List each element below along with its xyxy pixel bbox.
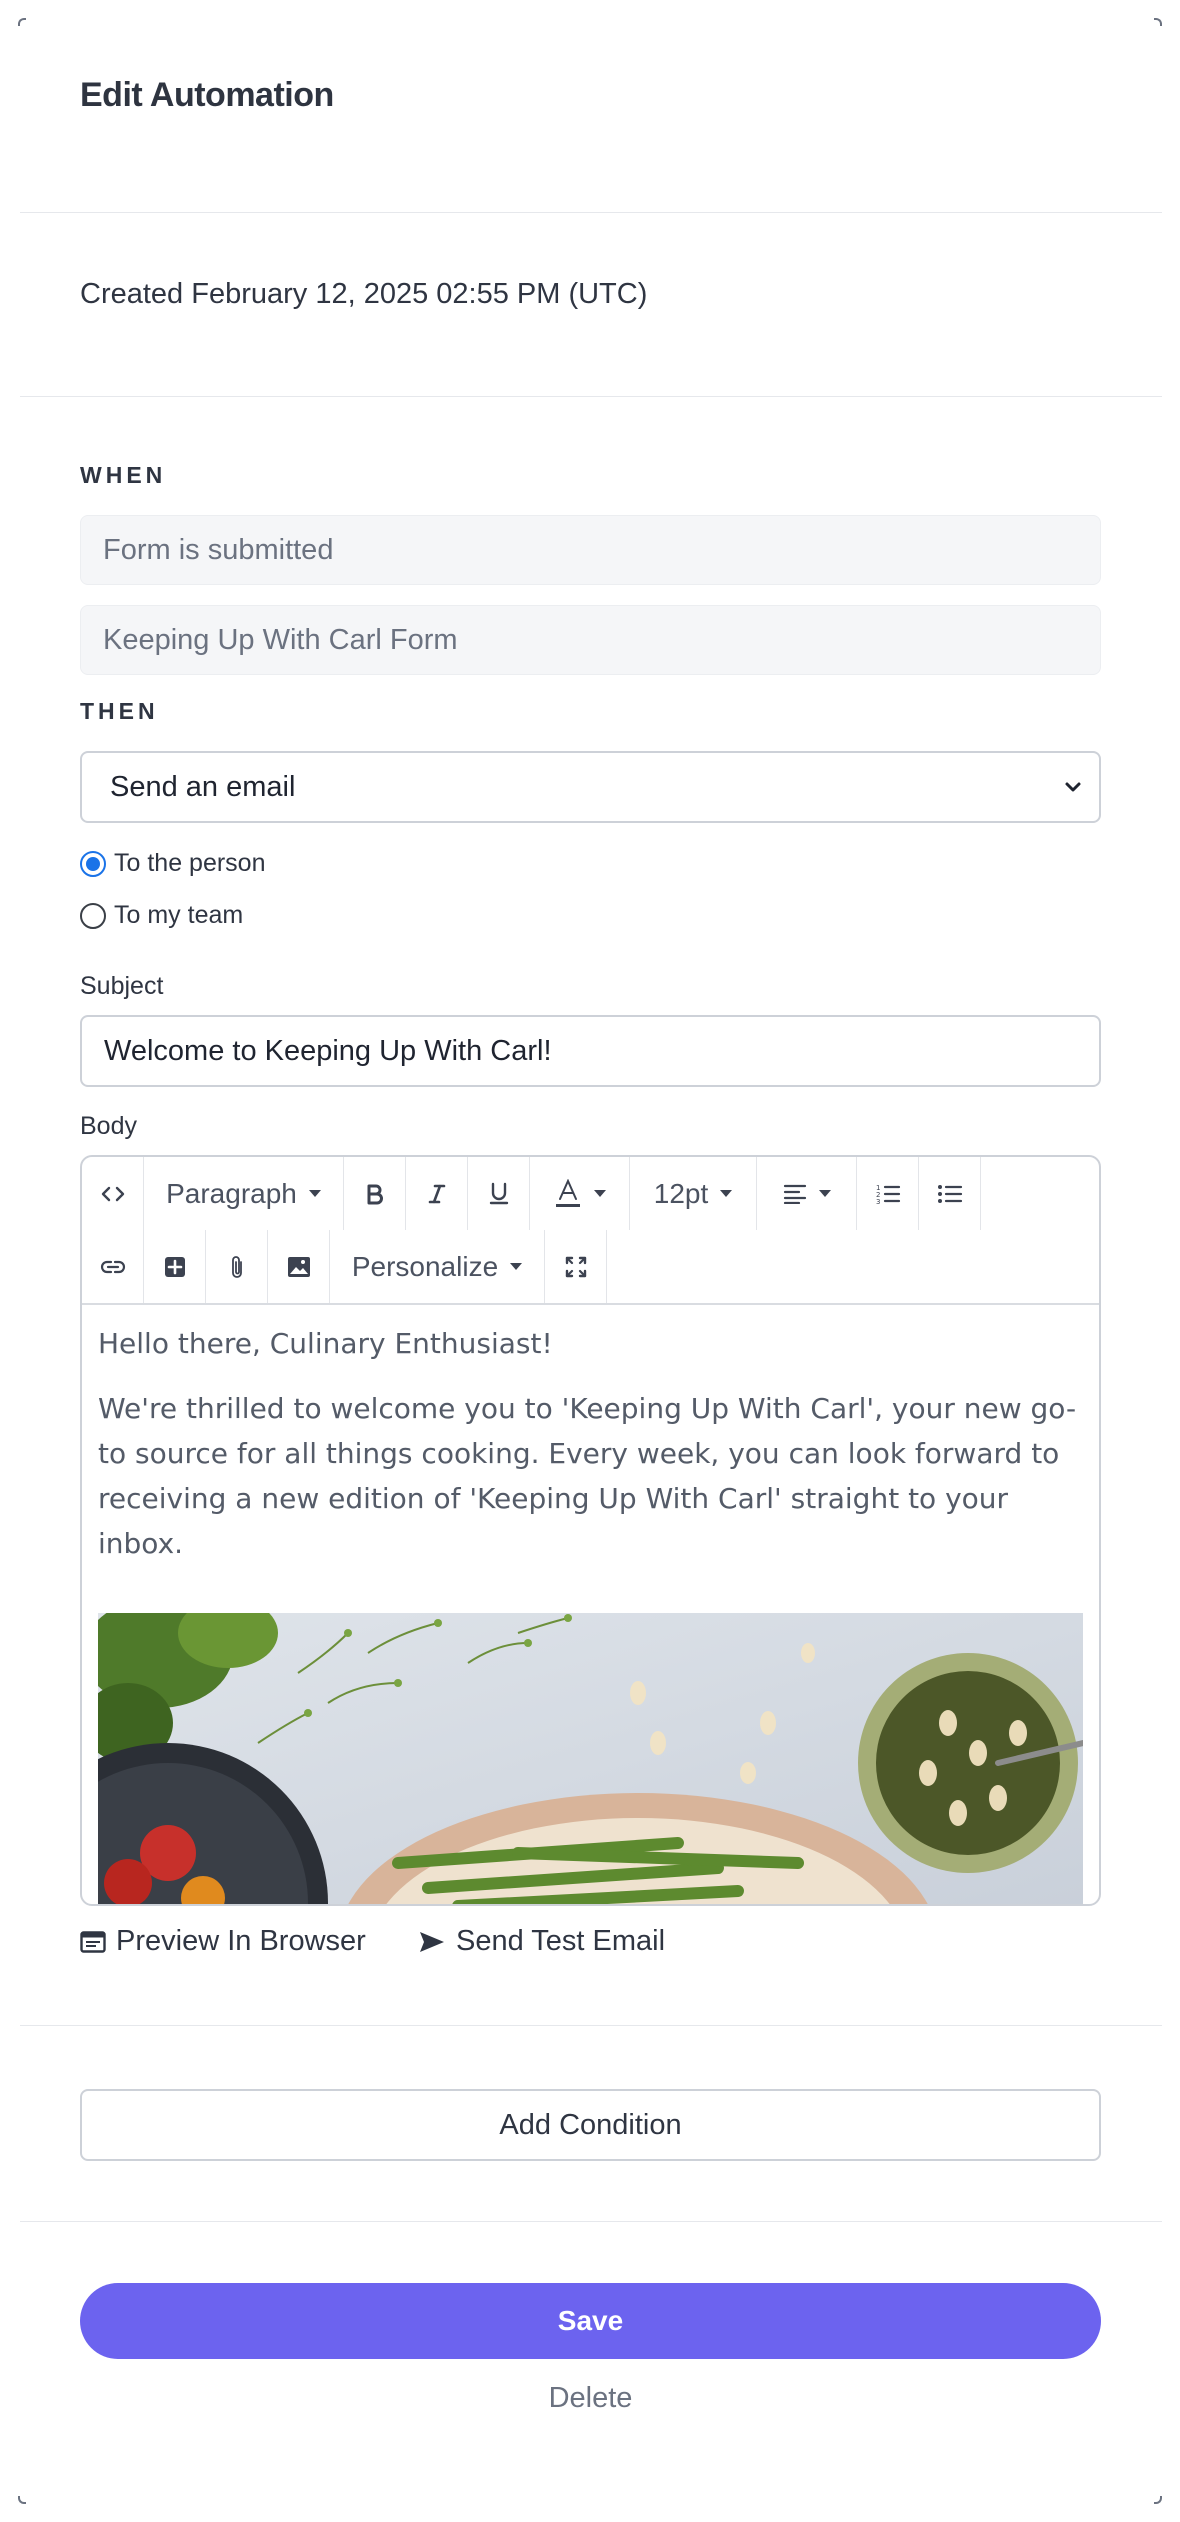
text-color-icon xyxy=(555,1178,580,1207)
recipient-option-team[interactable]: To my team xyxy=(80,901,243,930)
personalize-dropdown[interactable]: Personalize xyxy=(330,1230,545,1303)
preview-label: Preview In Browser xyxy=(116,1925,366,1957)
numbered-list-icon: 123 xyxy=(876,1184,900,1205)
send-test-email-button[interactable]: Send Test Email xyxy=(418,1925,665,1958)
bullet-list-button[interactable] xyxy=(919,1157,981,1230)
source-code-button[interactable] xyxy=(82,1157,144,1230)
divider xyxy=(20,212,1162,213)
radio-label: To the person xyxy=(114,849,266,877)
frame-corner xyxy=(18,18,26,26)
radio-button[interactable] xyxy=(80,902,106,929)
created-timestamp: Created February 12, 2025 02:55 PM (UTC) xyxy=(80,278,648,310)
underline-button[interactable] xyxy=(468,1157,530,1230)
radio-button[interactable] xyxy=(80,850,106,877)
body-paragraph: We're thrilled to welcome you to 'Keepin… xyxy=(98,1392,1077,1560)
caret-down-icon xyxy=(720,1190,733,1197)
chevron-down-icon xyxy=(1065,782,1081,792)
divider xyxy=(20,2221,1162,2222)
editor-toolbar-row: Paragraph 12pt 123 xyxy=(82,1157,981,1230)
send-test-label: Send Test Email xyxy=(456,1925,666,1957)
block-format-label: Paragraph xyxy=(166,1177,297,1209)
radio-label: To my team xyxy=(114,901,244,929)
food-photo xyxy=(98,1613,1083,1904)
caret-down-icon xyxy=(308,1190,321,1197)
trigger-field: Form is submitted xyxy=(80,515,1101,585)
recipient-option-person[interactable]: To the person xyxy=(80,849,266,878)
frame-corner xyxy=(1154,18,1162,26)
font-size-label: 12pt xyxy=(653,1177,709,1209)
then-label: THEN xyxy=(80,698,159,724)
bold-button[interactable] xyxy=(344,1157,406,1230)
paperclip-icon xyxy=(231,1255,242,1278)
italic-icon xyxy=(428,1184,445,1203)
block-format-dropdown[interactable]: Paragraph xyxy=(144,1157,344,1230)
code-icon xyxy=(101,1186,124,1201)
editor-toolbar-row: Personalize xyxy=(82,1230,607,1303)
insert-image-button[interactable] xyxy=(268,1230,330,1303)
caret-down-icon xyxy=(593,1190,606,1197)
subject-input[interactable]: Welcome to Keeping Up With Carl! xyxy=(80,1015,1101,1087)
action-select[interactable]: Send an email xyxy=(80,751,1101,823)
frame-corner xyxy=(1154,2496,1162,2504)
preview-in-browser-button[interactable]: Preview In Browser xyxy=(80,1925,366,1958)
subject-label: Subject xyxy=(80,972,164,1000)
food-image[interactable] xyxy=(98,1613,1083,1904)
text-color-dropdown[interactable] xyxy=(530,1157,630,1230)
action-select-value: Send an email xyxy=(110,771,296,803)
insert-link-button[interactable] xyxy=(82,1230,144,1303)
divider xyxy=(20,2025,1162,2026)
save-button[interactable]: Save xyxy=(80,2283,1101,2359)
personalize-label: Personalize xyxy=(351,1250,499,1282)
link-icon xyxy=(100,1260,125,1273)
font-size-dropdown[interactable]: 12pt xyxy=(630,1157,757,1230)
italic-button[interactable] xyxy=(406,1157,468,1230)
caret-down-icon xyxy=(510,1263,523,1270)
attach-file-button[interactable] xyxy=(206,1230,268,1303)
when-label: WHEN xyxy=(80,462,167,488)
plus-square-icon xyxy=(164,1256,185,1277)
align-left-icon xyxy=(783,1184,806,1204)
body-label: Body xyxy=(80,1112,137,1140)
fullscreen-button[interactable] xyxy=(545,1230,607,1303)
image-icon xyxy=(287,1256,310,1277)
browser-window-icon xyxy=(80,1930,106,1953)
toolbar-divider xyxy=(82,1303,1099,1305)
bullet-list-icon xyxy=(937,1184,962,1203)
numbered-list-button[interactable]: 123 xyxy=(857,1157,919,1230)
insert-block-button[interactable] xyxy=(144,1230,206,1303)
delete-button[interactable]: Delete xyxy=(80,2382,1101,2415)
form-field: Keeping Up With Carl Form xyxy=(80,605,1101,675)
divider xyxy=(20,396,1162,397)
align-dropdown[interactable] xyxy=(757,1157,857,1230)
svg-text:3: 3 xyxy=(876,1198,880,1205)
frame-corner xyxy=(18,2496,26,2504)
editor-content[interactable]: Hello there, Culinary Enthusiast! We're … xyxy=(98,1327,1083,1566)
fullscreen-icon xyxy=(565,1256,586,1277)
body-editor[interactable]: Paragraph 12pt 123 Personalize Hello the… xyxy=(80,1155,1101,1906)
underline-icon xyxy=(489,1182,508,1204)
caret-down-icon xyxy=(818,1190,831,1197)
bold-icon xyxy=(367,1184,383,1204)
add-condition-button[interactable]: Add Condition xyxy=(80,2089,1101,2161)
page-title: Edit Automation xyxy=(80,76,334,114)
send-icon xyxy=(420,1931,444,1952)
body-greeting: Hello there, Culinary Enthusiast! xyxy=(98,1327,553,1360)
